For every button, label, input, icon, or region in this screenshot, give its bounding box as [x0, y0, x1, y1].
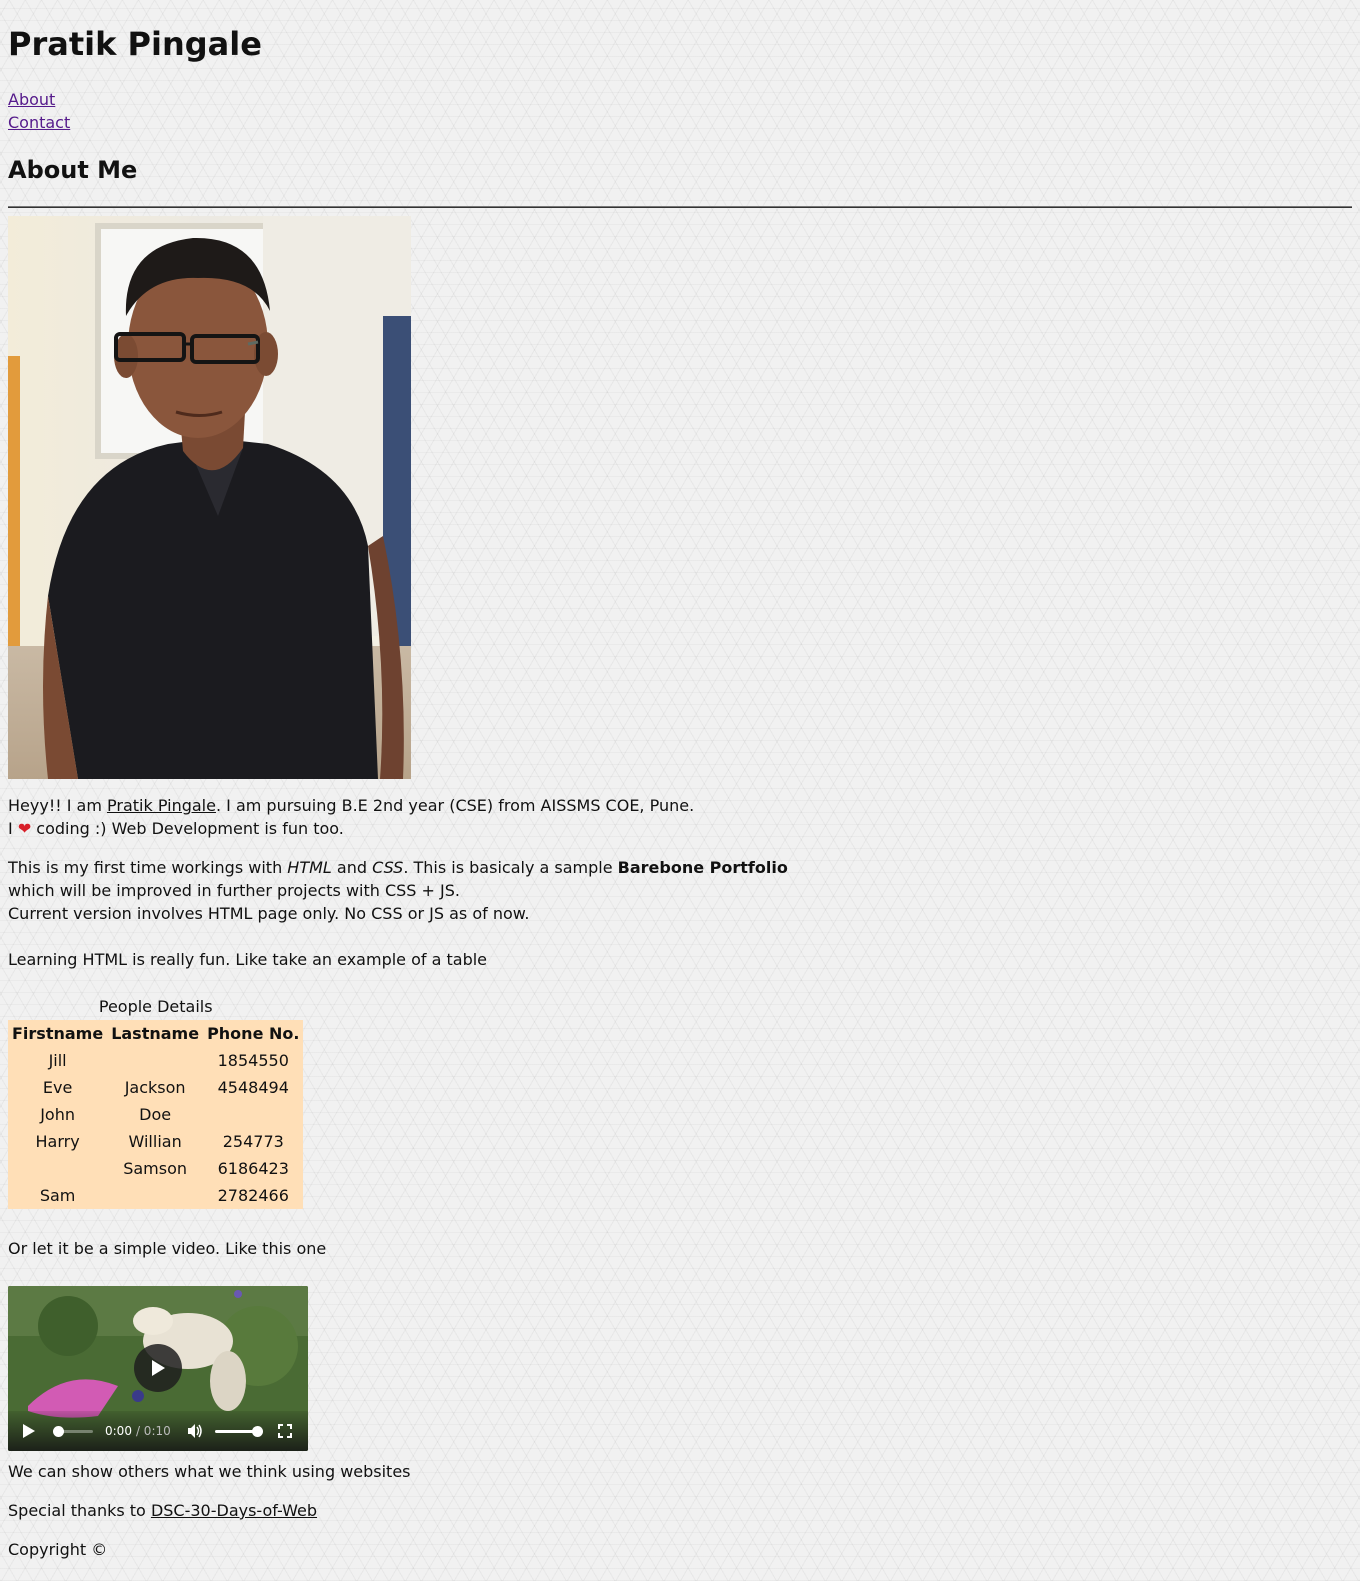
cell-lastname: Doe [107, 1101, 204, 1128]
para-text-2: . This is basicaly a sample [403, 858, 618, 877]
big-play-button[interactable] [134, 1344, 182, 1392]
table-row: Sam 2782466 [8, 1182, 304, 1209]
intro-text: Heyy!! I am [8, 796, 108, 815]
header-phone: Phone No. [203, 1020, 304, 1047]
fullscreen-icon [277, 1424, 292, 1438]
cell-lastname: Samson [107, 1155, 204, 1182]
cell-lastname: Jackson [107, 1074, 204, 1101]
table-intro: Learning HTML is really fun. Like take a… [8, 950, 488, 969]
cell-phone: 1854550 [203, 1047, 304, 1074]
cell-lastname [107, 1047, 204, 1074]
cell-firstname: John [8, 1101, 108, 1128]
intro-text-after: . I am pursuing B.E 2nd year (CSE) from … [215, 796, 695, 815]
cell-phone: 6186423 [203, 1155, 304, 1182]
nav-link-contact[interactable]: Contact [8, 111, 70, 134]
header-lastname: Lastname [107, 1020, 204, 1047]
intro2-text-after: coding :) Web Development is fun too. [31, 819, 344, 838]
current-time: 0:00 [105, 1424, 132, 1438]
table-row: Harry Willian 254773 [8, 1128, 304, 1155]
cell-firstname: Harry [8, 1128, 108, 1155]
special-thanks: Special thanks to DSC-30-Days-of-Web [8, 1499, 317, 1522]
para-line-2: which will be improved in further projec… [8, 881, 460, 900]
play-icon [152, 1360, 165, 1376]
volume-slider[interactable] [214, 1423, 263, 1439]
cell-firstname: Eve [8, 1074, 108, 1101]
cell-lastname: Willian [107, 1128, 204, 1155]
cell-firstname: Sam [8, 1182, 108, 1209]
table-row: Samson 6186423 [8, 1155, 304, 1182]
intro-line-2: I ❤ coding :) Web Development is fun too… [8, 817, 344, 840]
header-firstname: Firstname [8, 1020, 108, 1047]
seek-bar[interactable] [53, 1423, 93, 1439]
table-row: Eve Jackson 4548494 [8, 1074, 304, 1101]
volume-thumb[interactable] [251, 1425, 263, 1437]
mute-button[interactable] [187, 1423, 203, 1439]
table-row: John Doe [8, 1101, 304, 1128]
dsc-link[interactable]: DSC-30-Days-of-Web [151, 1501, 317, 1520]
thanks-prefix: Special thanks to [8, 1501, 151, 1520]
html-emphasis: HTML [287, 858, 332, 877]
cell-firstname: Jill [8, 1047, 108, 1074]
play-icon [23, 1424, 35, 1438]
footer-line: We can show others what we think using w… [8, 1462, 411, 1481]
nav-link-about[interactable]: About [8, 88, 70, 111]
table-caption: People Details [98, 997, 213, 1016]
seek-thumb[interactable] [53, 1425, 64, 1437]
cell-phone: 2782466 [203, 1182, 304, 1209]
cell-firstname [8, 1155, 108, 1182]
barebone-bold: Barebone Portfolio [617, 858, 788, 877]
cell-phone [203, 1101, 304, 1128]
cell-phone: 254773 [203, 1128, 304, 1155]
para-text: This is my first time workings with [8, 858, 288, 877]
profile-photo [8, 216, 411, 779]
play-button[interactable] [22, 1423, 36, 1439]
cell-lastname [107, 1182, 204, 1209]
cell-phone: 4548494 [203, 1074, 304, 1101]
table-header-row: Firstname Lastname Phone No. [8, 1020, 304, 1047]
duration: / 0:10 [135, 1424, 171, 1438]
name-link[interactable]: Pratik Pingale [107, 796, 216, 815]
people-table: People Details Firstname Lastname Phone … [8, 994, 304, 1209]
horizontal-rule [8, 206, 1352, 208]
fullscreen-button[interactable] [277, 1424, 292, 1438]
para-line-1: This is my first time workings with HTML… [8, 856, 788, 879]
intro2-text: I [8, 819, 18, 838]
copyright: Copyright © [8, 1540, 108, 1559]
main-nav: About Contact [8, 88, 70, 134]
table-row: Jill 1854550 [8, 1047, 304, 1074]
about-heading: About Me [8, 156, 138, 184]
para-and: and [331, 858, 373, 877]
volume-icon [187, 1424, 202, 1438]
video-player[interactable]: 0:00 / 0:10 [8, 1286, 308, 1451]
video-intro: Or let it be a simple video. Like this o… [8, 1239, 327, 1258]
video-controls: 0:00 / 0:10 [8, 1411, 308, 1451]
para-line-3: Current version involves HTML page only.… [8, 904, 530, 923]
heart-icon: ❤ [17, 819, 32, 838]
css-emphasis: CSS [372, 858, 404, 877]
intro-line-1: Heyy!! I am Pratik Pingale. I am pursuin… [8, 794, 694, 817]
site-title: Pratik Pingale [8, 25, 262, 63]
